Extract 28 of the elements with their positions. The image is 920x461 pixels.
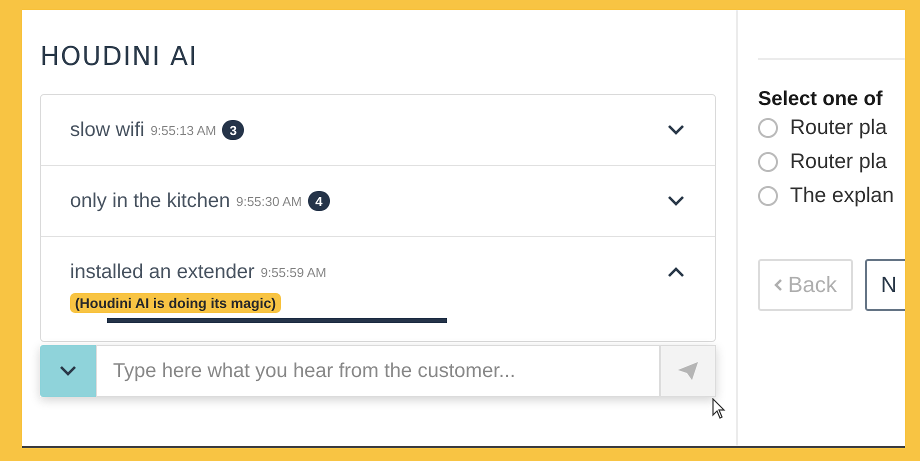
radio-button[interactable] [758,118,778,138]
expand-chevron-icon[interactable] [667,195,685,207]
question-prompt: Select one of [758,88,882,111]
option-label[interactable]: Router pla [790,116,887,140]
count-badge: 3 [222,120,244,140]
timestamp: 9:55:30 AM [236,194,302,208]
entry-text: slow wifi [70,118,144,142]
entry-text: only in the kitchen [70,190,230,212]
option-label[interactable]: Router pla [790,150,887,174]
logo: HOUDINI AI [40,42,198,72]
timestamp: 9:55:13 AM [150,122,216,138]
status-tag: (Houdini AI is doing its magic) [70,293,281,313]
timestamp: 9:55:59 AM [260,264,326,280]
count-badge: 4 [308,191,330,211]
radio-button[interactable] [758,186,778,206]
next-button[interactable]: N [864,259,905,311]
paper-plane-icon [677,361,699,381]
option-label[interactable]: The explan [790,184,894,208]
radio-button[interactable] [758,152,778,172]
expand-toggle-button[interactable] [40,345,96,397]
expand-chevron-icon[interactable] [667,124,685,136]
chevron-icon [59,365,77,377]
entry-text: installed an extender [70,260,255,284]
collapse-chevron-icon[interactable] [667,266,685,278]
send-button[interactable] [660,345,716,397]
mouse-pointer-icon [712,398,726,420]
message-input-field[interactable]: Type here what you hear from the customer... [96,345,660,397]
left-chevron-icon [774,279,782,291]
